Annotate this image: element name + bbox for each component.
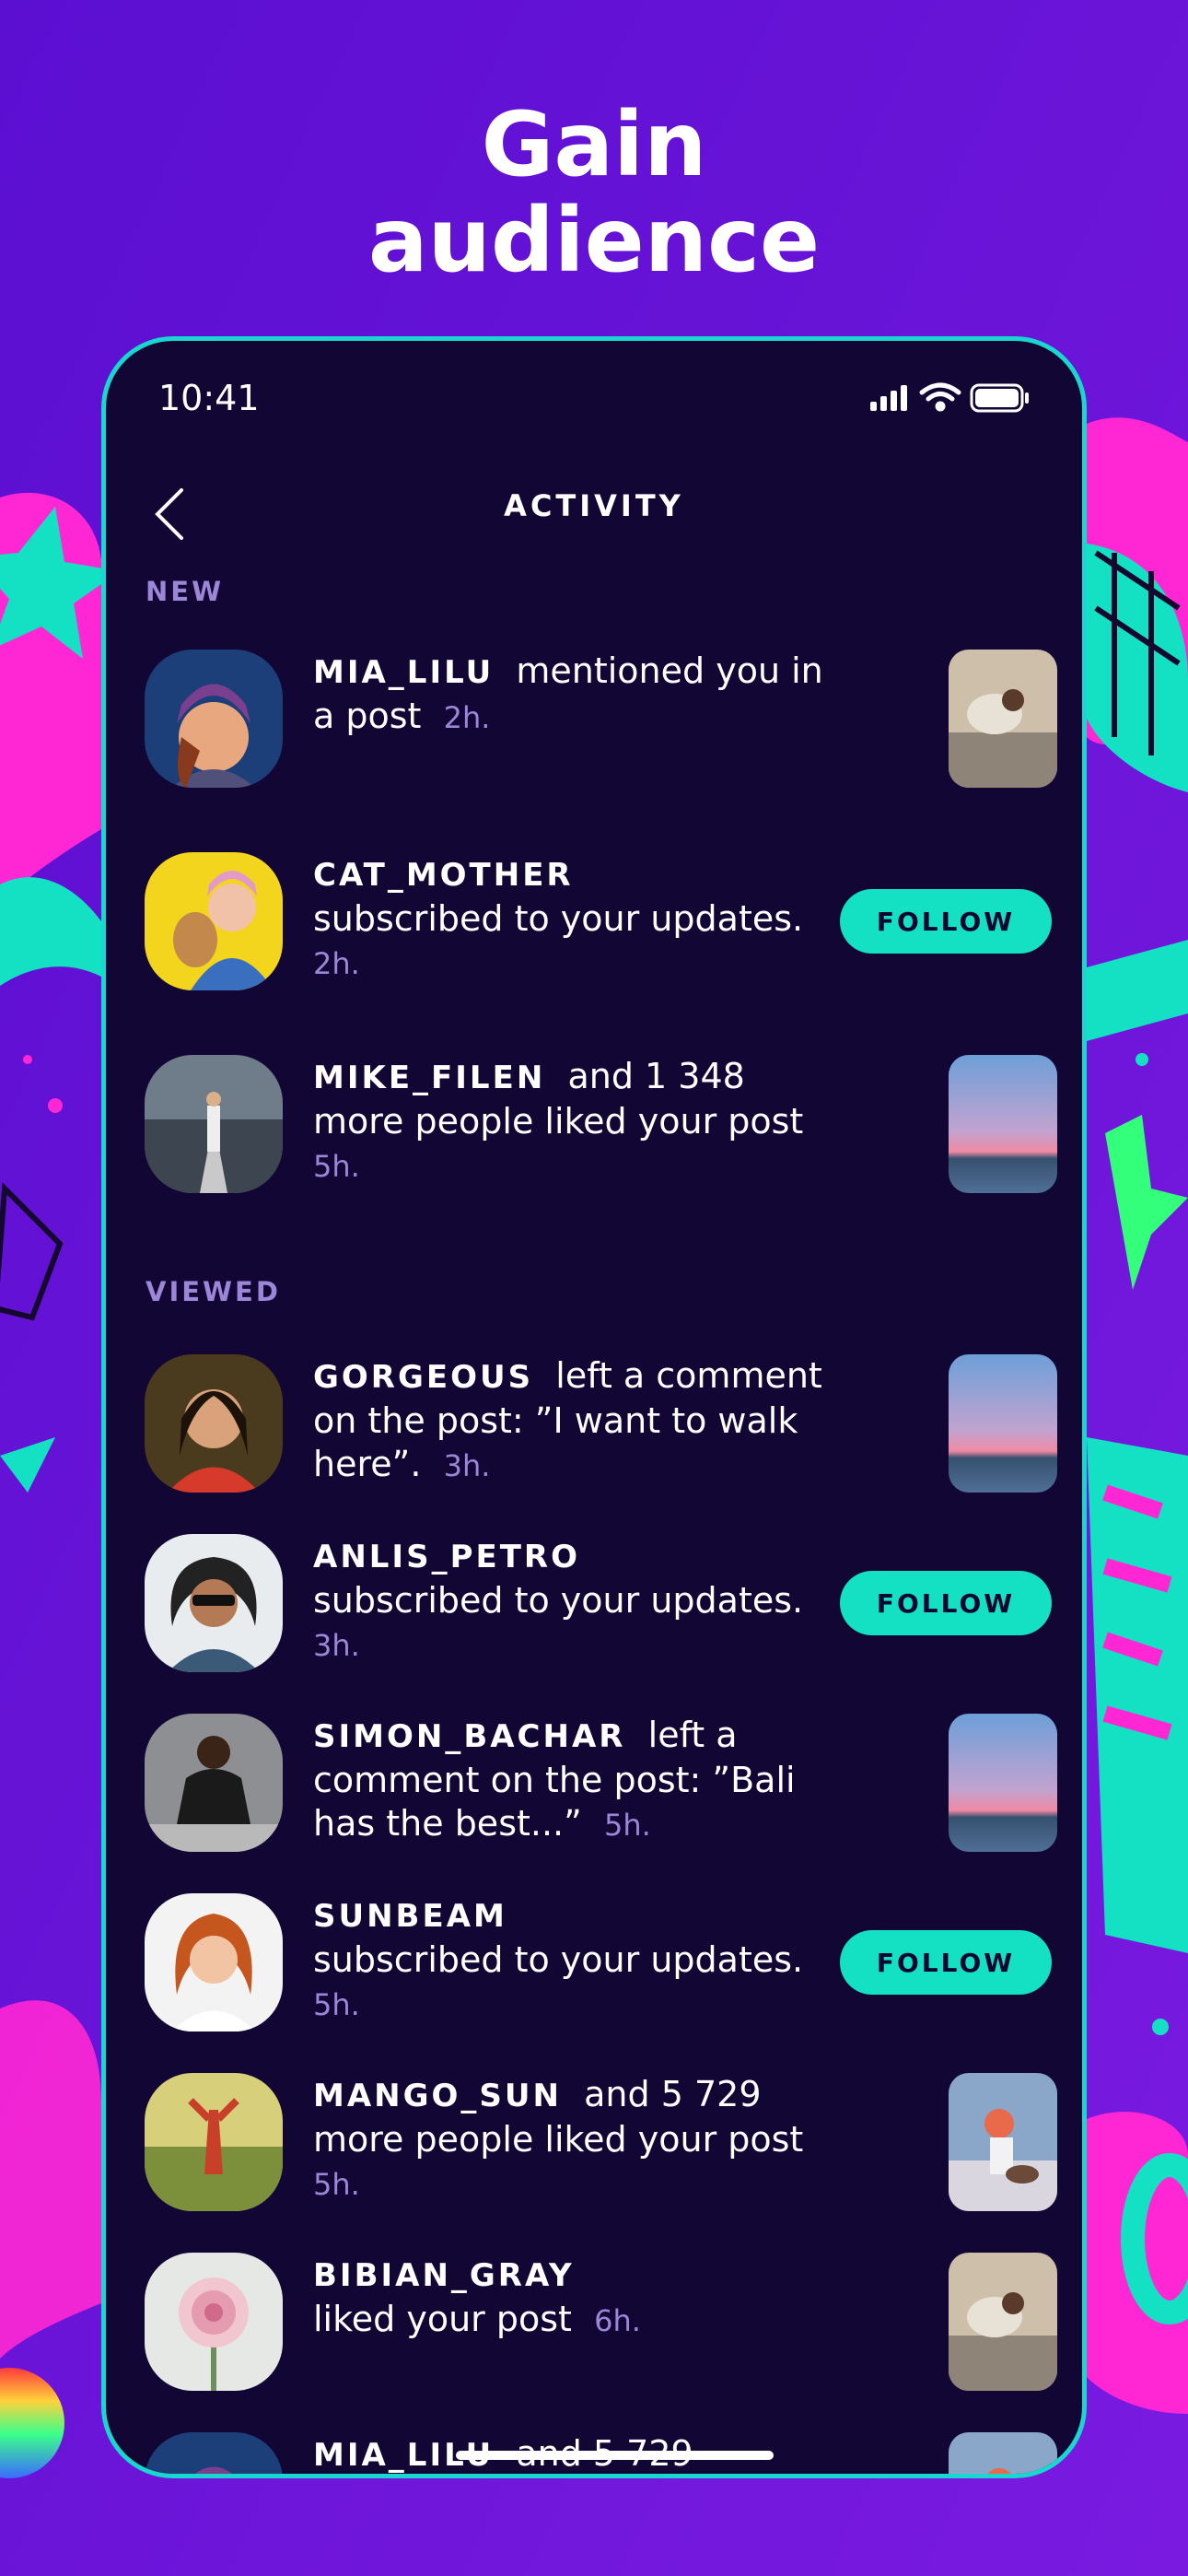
signal-icon [870,385,907,411]
headline-line1: Gain [481,93,707,196]
username[interactable]: CAT_MOTHER [313,857,574,894]
activity-text: CAT_MOTHER subscribed to your updates. 2… [313,852,838,986]
post-thumbnail[interactable] [949,1354,1057,1493]
activity-item[interactable]: GORGEOUS left a comment on the post: ”I … [106,1354,1082,1502]
post-thumbnail[interactable] [949,2432,1057,2474]
headline-line2: audience [367,189,821,292]
avatar[interactable] [145,1714,283,1852]
post-thumbnail[interactable] [949,1055,1057,1193]
phone-frame: 10:41 ACTIVITY NEW MIA_LILU mentioned yo… [101,336,1087,2478]
username[interactable]: SUNBEAM [313,1898,507,1935]
avatar[interactable] [145,1534,283,1672]
activity-item[interactable]: ANLIS_PETRO subscribed to your updates. … [106,1534,1082,1681]
username[interactable]: SIMON_BACHAR [313,1718,625,1755]
follow-button[interactable]: FOLLOW [840,1571,1052,1635]
activity-item[interactable]: BIBIAN_GRAY liked your post 6h. [106,2253,1082,2400]
activity-message: subscribed to your updates. [313,898,804,939]
activity-time: 5h. [313,2167,360,2202]
username[interactable]: ANLIS_PETRO [313,1539,580,1575]
follow-button[interactable]: FOLLOW [840,1930,1052,1995]
activity-item[interactable]: MANGO_SUN and 5 729 more people liked yo… [106,2073,1082,2220]
activity-time: 5h. [603,1808,651,1843]
status-icons [870,380,1036,420]
post-thumbnail[interactable] [949,1714,1057,1852]
activity-text: ANLIS_PETRO subscribed to your updates. … [313,1534,838,1668]
avatar[interactable] [145,1893,283,2032]
activity-text: MANGO_SUN and 5 729 more people liked yo… [313,2073,838,2207]
section-new-label: NEW [146,576,225,607]
avatar[interactable] [145,1354,283,1493]
activity-item[interactable]: CAT_MOTHER subscribed to your updates. 2… [106,852,1082,1000]
avatar[interactable] [145,2253,283,2391]
activity-text: MIKE_FILEN and 1 348 more people liked y… [313,1055,838,1188]
avatar[interactable] [145,1055,283,1193]
activity-text: SUNBEAM subscribed to your updates. 5h. [313,1893,838,2027]
activity-message: subscribed to your updates. [313,1939,804,1980]
username[interactable]: MIA_LILU [313,654,494,691]
activity-text: MIA_LILU mentioned you in a post 2h. [313,650,838,740]
activity-item[interactable]: SIMON_BACHAR left a comment on the post:… [106,1714,1082,1861]
avatar[interactable] [145,852,283,990]
avatar[interactable] [145,650,283,788]
username[interactable]: MANGO_SUN [313,2078,562,2114]
section-viewed-label: VIEWED [146,1276,281,1307]
activity-time: 3h. [443,1448,491,1483]
headline: Gain audience [0,97,1188,288]
username[interactable]: MIKE_FILEN [313,1060,545,1096]
post-thumbnail[interactable] [949,2253,1057,2391]
activity-time: 6h. [594,2303,641,2338]
activity-time: 3h. [313,1628,360,1663]
status-time: 10:41 [158,378,260,418]
avatar[interactable] [145,2432,283,2474]
activity-time: 2h. [313,946,360,981]
activity-message: liked your post [313,2299,572,2339]
username[interactable]: GORGEOUS [313,1359,533,1396]
activity-item[interactable]: MIA_LILU mentioned you in a post 2h. [106,650,1082,797]
activity-item[interactable]: MIKE_FILEN and 1 348 more people liked y… [106,1055,1082,1202]
page-title: ACTIVITY [504,488,684,523]
activity-time: 2h. [443,700,491,735]
activity-text: GORGEOUS left a comment on the post: ”I … [313,1354,838,1488]
battery-icon [970,383,1029,413]
activity-time: 5h. [313,1987,360,2022]
post-thumbnail[interactable] [949,2073,1057,2211]
follow-button[interactable]: FOLLOW [840,889,1052,954]
activity-time: 5h. [313,1149,360,1184]
username[interactable]: BIBIAN_GRAY [313,2257,575,2294]
activity-text: SIMON_BACHAR left a comment on the post:… [313,1714,838,1847]
post-thumbnail[interactable] [949,650,1057,788]
avatar[interactable] [145,2073,283,2211]
home-indicator[interactable] [456,2451,774,2460]
wifi-icon [919,382,961,412]
activity-item[interactable]: SUNBEAM subscribed to your updates. 5h. … [106,1893,1082,2041]
activity-message: subscribed to your updates. [313,1580,804,1621]
activity-text: BIBIAN_GRAY liked your post 6h. [313,2253,838,2343]
